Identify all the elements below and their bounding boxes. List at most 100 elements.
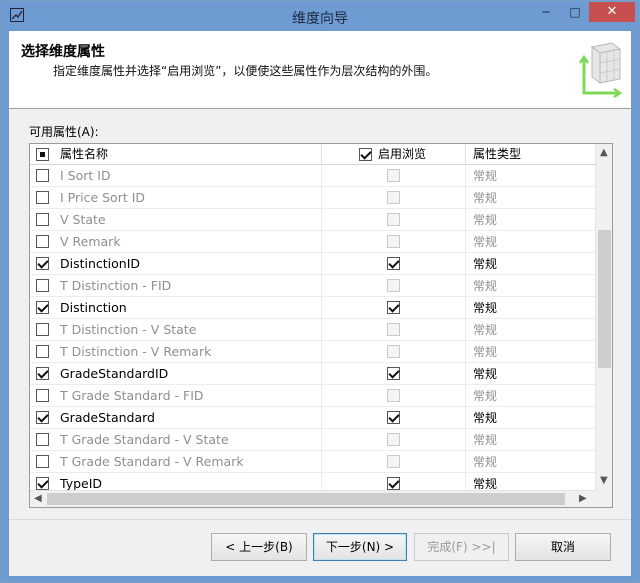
title-bar[interactable]: 维度向导 ─ □ ✕: [1, 1, 639, 31]
attribute-type[interactable]: 常规: [473, 165, 497, 187]
attribute-checkbox[interactable]: [36, 257, 49, 270]
enable-browsing-checkbox[interactable]: [387, 433, 400, 446]
attribute-type[interactable]: 常规: [473, 297, 497, 319]
back-button[interactable]: < 上一步(B): [211, 533, 307, 561]
attribute-rows: I Sort ID 常规 I Price Sort ID 常规 V State 常规 V R…: [30, 165, 595, 495]
attribute-checkbox[interactable]: [36, 279, 49, 292]
attribute-row[interactable]: T Distinction - V State 常规: [30, 319, 595, 341]
attribute-name: T Grade Standard - FID: [60, 388, 204, 403]
scroll-right-icon[interactable]: ▶: [579, 493, 587, 504]
attribute-type[interactable]: 常规: [473, 319, 497, 341]
attribute-checkbox[interactable]: [36, 323, 49, 336]
attribute-row[interactable]: I Sort ID 常规: [30, 165, 595, 187]
attribute-name: GradeStandardID: [60, 366, 169, 381]
attribute-name: T Distinction - V Remark: [60, 344, 212, 359]
attribute-type[interactable]: 常规: [473, 429, 497, 451]
attribute-checkbox[interactable]: [36, 367, 49, 380]
attribute-checkbox[interactable]: [36, 191, 49, 204]
page-title: 选择维度属性: [21, 44, 105, 60]
attribute-type[interactable]: 常规: [473, 363, 497, 385]
attribute-checkbox[interactable]: [36, 213, 49, 226]
scroll-up-icon[interactable]: ▲: [600, 147, 608, 158]
enable-browsing-checkbox[interactable]: [387, 169, 400, 182]
attribute-row[interactable]: GradeStandardID 常规: [30, 363, 595, 385]
available-attributes-label: 可用属性(A):: [29, 125, 99, 139]
attribute-type[interactable]: 常规: [473, 385, 497, 407]
enable-browsing-checkbox[interactable]: [387, 235, 400, 248]
attribute-checkbox[interactable]: [36, 433, 49, 446]
attribute-row[interactable]: I Price Sort ID 常规: [30, 187, 595, 209]
attribute-row[interactable]: T Grade Standard - V State 常规: [30, 429, 595, 451]
attribute-name: Distinction: [60, 300, 127, 315]
attribute-name: T Distinction - V State: [60, 322, 197, 337]
attribute-row[interactable]: T Distinction - FID 常规: [30, 275, 595, 297]
grid-header: 属性名称 启用浏览 属性类型: [30, 144, 595, 165]
enable-browsing-checkbox[interactable]: [387, 191, 400, 204]
attribute-type[interactable]: 常规: [473, 275, 497, 297]
enable-browsing-checkbox[interactable]: [387, 367, 400, 380]
vertical-scroll-thumb[interactable]: [598, 230, 611, 368]
vertical-scrollbar[interactable]: ▲ ▼: [595, 144, 612, 490]
maximize-button[interactable]: □: [561, 2, 589, 22]
select-all-checkbox[interactable]: [36, 148, 49, 161]
enable-browsing-checkbox[interactable]: [387, 213, 400, 226]
enable-browsing-checkbox[interactable]: [387, 301, 400, 314]
attribute-checkbox[interactable]: [36, 389, 49, 402]
horizontal-scroll-thumb[interactable]: [47, 493, 565, 505]
horizontal-scrollbar[interactable]: ◀ ▶: [30, 490, 595, 507]
cancel-button[interactable]: 取消: [515, 533, 611, 561]
attribute-row[interactable]: GradeStandard 常规: [30, 407, 595, 429]
attribute-checkbox[interactable]: [36, 455, 49, 468]
finish-button[interactable]: 完成(F) >>|: [414, 533, 509, 561]
attribute-checkbox[interactable]: [36, 345, 49, 358]
enable-browsing-checkbox[interactable]: [387, 389, 400, 402]
next-button[interactable]: 下一步(N) >: [313, 533, 407, 561]
attribute-name: T Distinction - FID: [60, 278, 172, 293]
page-header: 选择维度属性 指定维度属性并选择“启用浏览”，以便使这些属性作为层次结构的外围。: [9, 31, 631, 109]
attribute-type[interactable]: 常规: [473, 253, 497, 275]
attribute-checkbox[interactable]: [36, 235, 49, 248]
attribute-checkbox[interactable]: [36, 301, 49, 314]
attribute-row[interactable]: T Grade Standard - FID 常规: [30, 385, 595, 407]
attribute-name: DistinctionID: [60, 256, 141, 271]
attribute-row[interactable]: T Grade Standard - V Remark 常规: [30, 451, 595, 473]
attributes-grid[interactable]: 属性名称 启用浏览 属性类型 I Sort ID 常规 I Price Sort I…: [29, 143, 613, 508]
attribute-row[interactable]: T Distinction - V Remark 常规: [30, 341, 595, 363]
attribute-name: I Sort ID: [60, 168, 111, 183]
attribute-row[interactable]: V Remark 常规: [30, 231, 595, 253]
enable-browsing-checkbox[interactable]: [387, 279, 400, 292]
column-header-browse[interactable]: 启用浏览: [378, 144, 426, 165]
wizard-body: 选择维度属性 指定维度属性并选择“启用浏览”，以便使这些属性作为层次结构的外围。…: [9, 31, 631, 576]
attribute-type[interactable]: 常规: [473, 341, 497, 363]
attribute-type[interactable]: 常规: [473, 231, 497, 253]
attribute-row[interactable]: V State 常规: [30, 209, 595, 231]
scroll-down-icon[interactable]: ▼: [600, 475, 608, 486]
attribute-row[interactable]: DistinctionID 常规: [30, 253, 595, 275]
enable-browsing-checkbox[interactable]: [387, 455, 400, 468]
attribute-name: V State: [60, 212, 106, 227]
close-button[interactable]: ✕: [589, 2, 635, 22]
attribute-name: T Grade Standard - V Remark: [60, 454, 244, 469]
scroll-corner: [595, 490, 612, 507]
enable-browsing-checkbox[interactable]: [387, 345, 400, 358]
enable-browsing-checkbox[interactable]: [387, 323, 400, 336]
attribute-type[interactable]: 常规: [473, 407, 497, 429]
enable-browsing-checkbox[interactable]: [387, 411, 400, 424]
attribute-row[interactable]: Distinction 常规: [30, 297, 595, 319]
column-header-name[interactable]: 属性名称: [60, 144, 108, 165]
attribute-type[interactable]: 常规: [473, 451, 497, 473]
enable-browsing-checkbox[interactable]: [387, 257, 400, 270]
attribute-checkbox[interactable]: [36, 411, 49, 424]
footer-divider: [9, 519, 631, 520]
attribute-type[interactable]: 常规: [473, 187, 497, 209]
enable-browsing-checkbox[interactable]: [387, 477, 400, 490]
browse-all-checkbox[interactable]: [359, 148, 372, 161]
attribute-type[interactable]: 常规: [473, 209, 497, 231]
attribute-checkbox[interactable]: [36, 169, 49, 182]
wizard-window: 维度向导 ─ □ ✕ 选择维度属性 指定维度属性并选择“启用浏览”，以便使这些属…: [0, 0, 640, 583]
column-header-type[interactable]: 属性类型: [473, 144, 521, 165]
attribute-checkbox[interactable]: [36, 477, 49, 490]
minimize-button[interactable]: ─: [531, 2, 561, 22]
attribute-name: GradeStandard: [60, 410, 155, 425]
scroll-left-icon[interactable]: ◀: [34, 493, 42, 504]
